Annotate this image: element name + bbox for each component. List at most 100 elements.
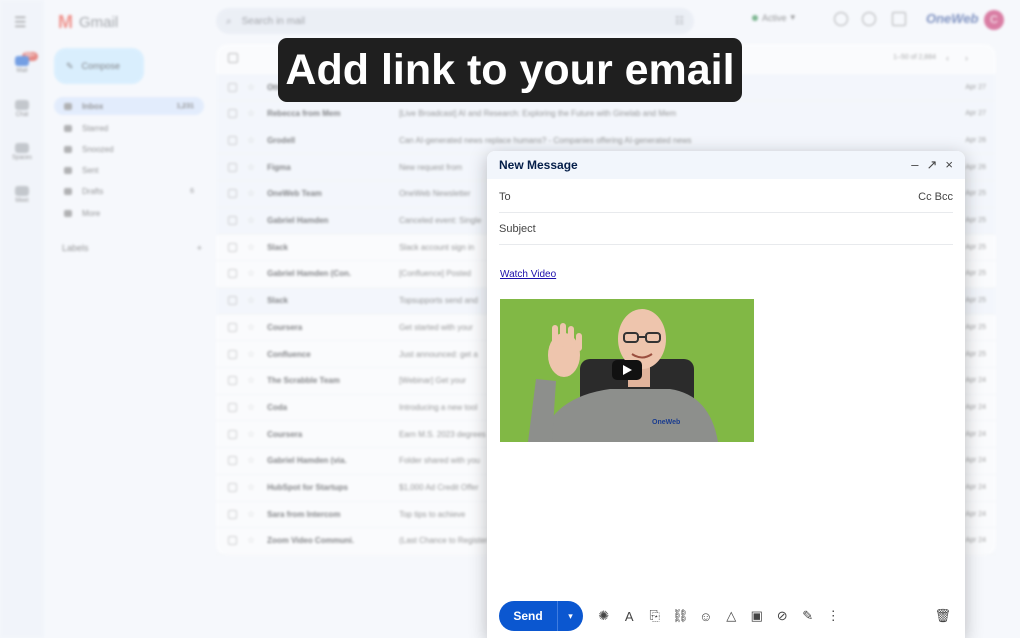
signature-icon[interactable]: ✎: [795, 606, 821, 626]
row-checkbox[interactable]: [228, 189, 237, 199]
star-icon[interactable]: ☆: [247, 509, 255, 520]
row-checkbox[interactable]: [228, 402, 237, 412]
star-icon[interactable]: ☆: [247, 242, 255, 253]
rail-item-mail[interactable]: Mail: [4, 56, 40, 74]
close-icon[interactable]: ×: [945, 157, 953, 173]
row-checkbox[interactable]: [228, 483, 237, 492]
to-field[interactable]: To Cc Bcc: [499, 181, 953, 213]
row-checkbox[interactable]: [228, 536, 237, 546]
main-menu-icon[interactable]: ☰: [14, 14, 30, 31]
drive-icon[interactable]: △: [719, 606, 745, 626]
confidential-icon[interactable]: ⊘: [770, 606, 796, 626]
row-checkbox[interactable]: [228, 509, 237, 519]
gmail-logo[interactable]: M Gmail: [58, 12, 118, 33]
attach-icon[interactable]: ⎘: [642, 606, 668, 626]
star-icon[interactable]: ☆: [247, 295, 255, 306]
star-icon[interactable]: ☆: [247, 82, 255, 93]
sidebar-item-drafts[interactable]: Drafts 6: [54, 182, 204, 200]
star-icon[interactable]: ☆: [247, 268, 255, 279]
subject-field[interactable]: Subject: [499, 213, 953, 245]
rail-item-meet[interactable]: Meet: [4, 186, 40, 204]
minimize-icon[interactable]: –: [911, 157, 918, 173]
emoji-icon[interactable]: ☺: [693, 606, 719, 626]
star-icon[interactable]: ☆: [247, 162, 255, 173]
star-icon[interactable]: ☆: [247, 135, 255, 146]
sidebar-item-more[interactable]: More: [54, 204, 204, 222]
more-options-icon[interactable]: ⋮: [821, 606, 847, 626]
search-bar[interactable]: ⌕ Search in mail ☷: [216, 8, 694, 34]
row-date: Apr 24: [965, 484, 986, 491]
star-icon[interactable]: ☆: [247, 349, 255, 360]
row-sender: Grodell: [267, 135, 296, 145]
send-button[interactable]: Send: [499, 601, 557, 631]
row-checkbox[interactable]: [228, 322, 237, 332]
row-date: Apr 24: [965, 403, 986, 411]
apps-grid-icon[interactable]: [892, 12, 906, 26]
video-thumbnail[interactable]: OneWeb: [500, 299, 754, 442]
send-options-button[interactable]: ▾: [557, 601, 583, 631]
watch-video-link[interactable]: Watch Video: [500, 269, 556, 280]
table-row[interactable]: ☆ Rebecca from Mem [Live Broadcast] AI and…: [216, 100, 996, 128]
discard-draft-icon[interactable]: 🗑: [934, 608, 951, 624]
row-checkbox[interactable]: [228, 135, 237, 145]
svg-text:OneWeb: OneWeb: [652, 419, 680, 426]
compose-button[interactable]: ✎ Compose: [54, 48, 144, 84]
row-checkbox[interactable]: [228, 376, 237, 386]
star-icon[interactable]: ☆: [247, 188, 255, 199]
star-icon[interactable]: ☆: [247, 215, 255, 226]
row-checkbox[interactable]: [228, 242, 237, 252]
row-checkbox[interactable]: [228, 296, 237, 306]
row-checkbox[interactable]: [228, 349, 237, 359]
status-selector[interactable]: Active ▾: [752, 12, 795, 23]
row-sender: Coda: [267, 402, 288, 412]
row-sender: Confluence: [267, 349, 311, 359]
star-icon[interactable]: ☆: [247, 455, 255, 466]
formatting-icon[interactable]: A: [617, 606, 643, 626]
tutorial-caption: Add link to your email: [278, 38, 742, 102]
star-icon[interactable]: ☆: [247, 402, 255, 413]
expand-icon[interactable]: ↗: [927, 157, 938, 173]
row-checkbox[interactable]: [228, 216, 237, 225]
sidebar-item-snoozed[interactable]: Snoozed: [54, 140, 204, 158]
row-checkbox[interactable]: [228, 82, 237, 92]
row-date: Apr 24: [965, 430, 986, 438]
star-icon[interactable]: ☆: [247, 322, 255, 333]
row-sender: Zoom Video Communi.: [267, 536, 355, 546]
star-icon[interactable]: ☆: [247, 482, 255, 493]
help-icon[interactable]: [834, 12, 848, 26]
search-icon[interactable]: ⌕: [226, 16, 232, 27]
sidebar-item-starred[interactable]: Starred: [54, 119, 204, 137]
star-icon[interactable]: ☆: [247, 535, 255, 546]
row-checkbox[interactable]: [228, 456, 237, 466]
photo-icon[interactable]: ▣: [744, 606, 770, 626]
pagination-label: 1–50 of 2,884: [893, 54, 936, 61]
star-icon[interactable]: ☆: [247, 429, 255, 440]
ai-assist-icon[interactable]: ✺: [591, 606, 617, 626]
search-options-icon[interactable]: ☷: [675, 16, 684, 27]
row-checkbox[interactable]: [228, 162, 237, 172]
rail-item-chat[interactable]: Chat: [4, 100, 40, 118]
settings-icon[interactable]: [862, 12, 876, 26]
row-sender: OneWeb Team: [267, 189, 322, 199]
rail-label: Chat: [15, 112, 29, 118]
row-sender: Coursera: [267, 322, 303, 332]
add-label-button[interactable]: +: [197, 243, 202, 253]
sidebar-item-inbox[interactable]: Inbox 1,231: [54, 97, 204, 115]
compose-header[interactable]: New Message – ↗ ×: [487, 151, 965, 179]
cc-bcc-button[interactable]: Cc Bcc: [918, 191, 953, 203]
row-checkbox[interactable]: [228, 429, 237, 439]
link-icon[interactable]: ⛓: [668, 606, 694, 626]
rail-item-spaces[interactable]: Spaces: [4, 143, 40, 161]
star-icon[interactable]: ☆: [247, 108, 255, 119]
pagination-arrows[interactable]: ‹›: [946, 53, 984, 63]
spaces-icon: [15, 143, 29, 153]
avatar[interactable]: C: [984, 10, 1004, 30]
row-sender: HubSpot for Startups: [267, 483, 348, 492]
row-checkbox[interactable]: [228, 109, 237, 119]
sidebar-item-sent[interactable]: Sent: [54, 161, 204, 179]
row-sender: Sara from Intercom: [267, 509, 341, 519]
sidebar-item-label: Starred: [82, 123, 109, 133]
row-checkbox[interactable]: [228, 269, 237, 279]
select-all-checkbox[interactable]: [228, 53, 238, 63]
star-icon[interactable]: ☆: [247, 375, 255, 386]
